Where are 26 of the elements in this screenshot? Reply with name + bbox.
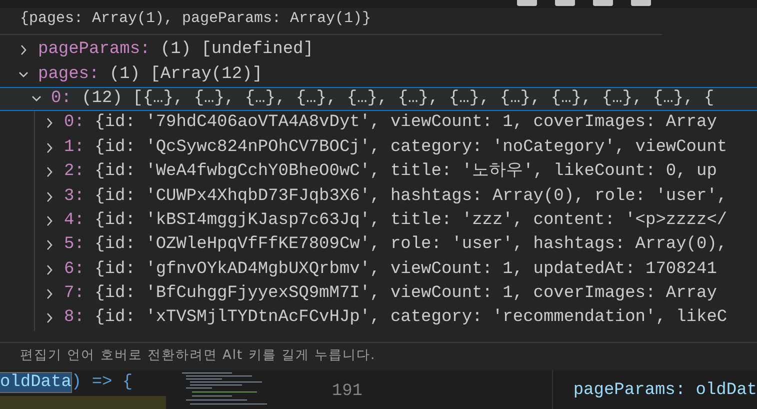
tree-item[interactable]: 2: {id: 'WeA4fwbgCchY0BheO0wC', title: '노하우', likeCount: 0, up [0, 160, 757, 184]
tree-item[interactable]: 0: (12) [{…}, {…}, {…}, {…}, {…}, {…}, {…}, {…}, {…}, {…}, {…}, { [0, 86, 757, 112]
chevron-right-icon[interactable] [45, 311, 54, 326]
tree-item[interactable]: 4: {id: 'kBSI4mggjKJasp7c63Jq', title: 'zzz', content: '<p>zzzz</ [0, 208, 757, 234]
chevron-right-icon[interactable] [45, 287, 54, 302]
chevron-right-icon[interactable] [45, 262, 54, 277]
tree-item[interactable]: 0: {id: '79hdC406aoVTA4A8vDyt', viewCount: 1, coverImages: Array [0, 111, 757, 136]
tree-item[interactable]: 6: {id: 'gfnvOYkAD4MgbUXQrbmv', viewCount: 1, updatedAt: 1708241 [0, 258, 757, 282]
chevron-right-icon[interactable] [19, 43, 28, 58]
tree-item[interactable]: 7: {id: 'BfCuhggFjyyexSQ9mM7I', viewCount: 1, coverImages: Array [0, 282, 757, 306]
hover-title: {pages: Array(1), pageParams: Array(1)} [0, 8, 662, 35]
chevron-right-icon[interactable] [45, 238, 54, 252]
tree-item[interactable]: 3: {id: 'CUWPx4XhqbD73FJqb3X6', hashtags: Array(0), role: 'user', [0, 184, 757, 209]
tree-item[interactable]: pageParams: (1) [undefined] [0, 38, 757, 62]
code-line: oldData) => { [0, 372, 134, 394]
chevron-right-icon[interactable] [45, 190, 54, 204]
tree-item[interactable]: 8: {id: 'xTVSMjlTYDtnAcFCvHJp', category: 'recommendation', likeC [0, 306, 757, 331]
tree-item[interactable]: pages: (1) [Array(12)] [0, 62, 757, 87]
chevron-right-icon[interactable] [45, 116, 54, 130]
tree-item[interactable]: 5: {id: 'OZWleHpqVfFfKE7809Cw', role: 'user', hashtags: Array(0), [0, 233, 757, 258]
line-number: 191 [332, 381, 362, 403]
chevron-right-icon[interactable] [45, 214, 54, 228]
code-line: pageParams: oldDat [552, 370, 757, 409]
chevron-right-icon[interactable] [45, 140, 54, 155]
chevron-right-icon[interactable] [45, 165, 54, 180]
tree-item[interactable]: 1: {id: 'QcSywc824nPOhCV7BOCj', category: 'noCategory', viewCount [0, 136, 757, 160]
